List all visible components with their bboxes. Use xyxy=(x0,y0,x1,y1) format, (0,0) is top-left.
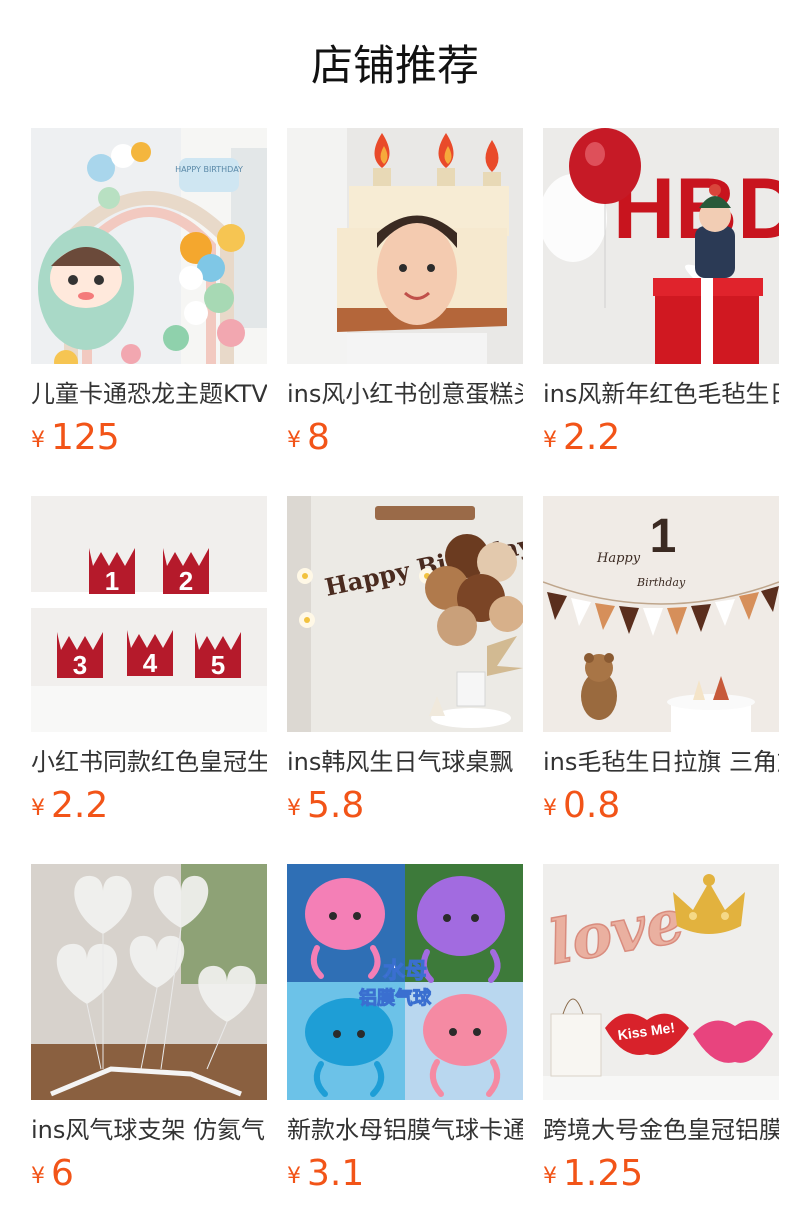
currency-symbol: ¥ xyxy=(287,1164,301,1189)
product-card[interactable]: 1 2 3 4 5 小红书同款红色皇冠生日帽 ¥2.2 xyxy=(31,496,267,826)
price-value: 125 xyxy=(51,417,120,458)
product-name[interactable]: ins韩风生日气球桌飘 xyxy=(287,746,523,778)
product-card[interactable]: ins风气球支架 仿氦气 ¥6 xyxy=(31,864,267,1194)
currency-symbol: ¥ xyxy=(543,796,557,821)
product-name[interactable]: 跨境大号金色皇冠铝膜气球 xyxy=(543,1114,779,1146)
product-card[interactable]: HBD ins风新年红色毛毡生日 ¥2.2 xyxy=(543,128,779,458)
currency-symbol: ¥ xyxy=(31,1164,45,1189)
product-card[interactable]: ins风小红书创意蛋糕头套 ¥8 xyxy=(287,128,523,458)
red-balloon-gift-box-image[interactable]: HBD xyxy=(543,128,779,364)
page-title: 店铺推荐 xyxy=(310,41,479,90)
crown-number: 1 xyxy=(105,566,119,596)
product-name[interactable]: 新款水母铝膜气球卡通 xyxy=(287,1114,523,1146)
product-price: ¥1.25 xyxy=(543,1154,779,1194)
product-name[interactable]: 儿童卡通恐龙主题KTV xyxy=(31,378,267,410)
pennant-flag-banner-image[interactable]: 1 Happy Birthday xyxy=(543,496,779,732)
product-card[interactable]: 1 Happy Birthday ins毛毡生日拉旗 三角旗 ¥ 0.8 xyxy=(543,496,779,826)
crown-number: 3 xyxy=(73,650,87,680)
product-price: ¥5.8 xyxy=(287,786,523,826)
currency-symbol: ¥ xyxy=(31,796,45,821)
product-card[interactable]: 水母 铝膜气球 新款水母铝膜气球卡通 ¥3.1 xyxy=(287,864,523,1194)
product-name[interactable]: ins风气球支架 仿氦气 xyxy=(31,1114,267,1146)
product-name[interactable]: ins风新年红色毛毡生日 xyxy=(543,378,779,410)
product-card[interactable]: love Kiss Me! 跨境大号金色皇冠铝膜气球 ¥1.25 xyxy=(543,864,779,1194)
product-name[interactable]: 小红书同款红色皇冠生日帽 xyxy=(31,746,267,778)
product-price: ¥0.8 xyxy=(543,786,779,826)
script-happy-text: Happy xyxy=(596,551,641,566)
price-value: 2.2 xyxy=(563,417,621,458)
crown-number: 2 xyxy=(179,566,193,596)
product-name[interactable]: ins毛毡生日拉旗 三角旗 xyxy=(543,746,779,778)
dinosaur-balloon-arch-image[interactable]: HAPPY BIRTHDAY xyxy=(31,128,267,364)
price-value: 1.25 xyxy=(563,1153,644,1194)
product-price: ¥2.2 xyxy=(543,418,779,458)
price-value: 0.8 xyxy=(563,785,621,826)
product-price: ¥8 xyxy=(287,418,523,458)
jellyfish-caption-text: 铝膜气球 xyxy=(359,987,432,1009)
product-name[interactable]: ins风小红书创意蛋糕头套 xyxy=(287,378,523,410)
crown-number: 5 xyxy=(211,650,225,680)
love-crown-foil-balloons-image[interactable]: love Kiss Me! xyxy=(543,864,779,1100)
product-price: ¥125 xyxy=(31,418,267,458)
product-card[interactable]: HAPPY BIRTHDAY 儿童卡通恐龙主题KTV ¥125 xyxy=(31,128,267,458)
product-price: ¥3.1 xyxy=(287,1154,523,1194)
red-felt-crowns-image[interactable]: 1 2 3 4 5 xyxy=(31,496,267,732)
price-value: 3.1 xyxy=(307,1153,365,1194)
price-value: 2.2 xyxy=(51,785,109,826)
price-value: 5.8 xyxy=(307,785,365,826)
currency-symbol: ¥ xyxy=(287,428,301,453)
product-price: ¥6 xyxy=(31,1154,267,1194)
number-one-text: 1 xyxy=(650,510,677,563)
price-value: 8 xyxy=(307,417,330,458)
jellyfish-caption-text: 水母 xyxy=(383,959,427,984)
currency-symbol: ¥ xyxy=(287,796,301,821)
product-price: ¥2.2 xyxy=(31,786,267,826)
happy-birthday-banner-image[interactable]: Happy Birthday xyxy=(287,496,523,732)
script-birthday-text: Birthday xyxy=(636,576,686,589)
price-value: 6 xyxy=(51,1153,74,1194)
currency-symbol: ¥ xyxy=(543,428,557,453)
product-card[interactable]: Happy Birthday ins韩风生日气球桌飘 ¥5.8 xyxy=(287,496,523,826)
jellyfish-foil-balloons-image[interactable]: 水母 铝膜气球 xyxy=(287,864,523,1100)
crown-number: 4 xyxy=(143,648,158,678)
currency-symbol: ¥ xyxy=(31,428,45,453)
currency-symbol: ¥ xyxy=(543,1164,557,1189)
white-heart-balloons-image[interactable] xyxy=(31,864,267,1100)
cake-hat-child-image[interactable] xyxy=(287,128,523,364)
birthday-sign-text: HAPPY BIRTHDAY xyxy=(175,165,243,174)
